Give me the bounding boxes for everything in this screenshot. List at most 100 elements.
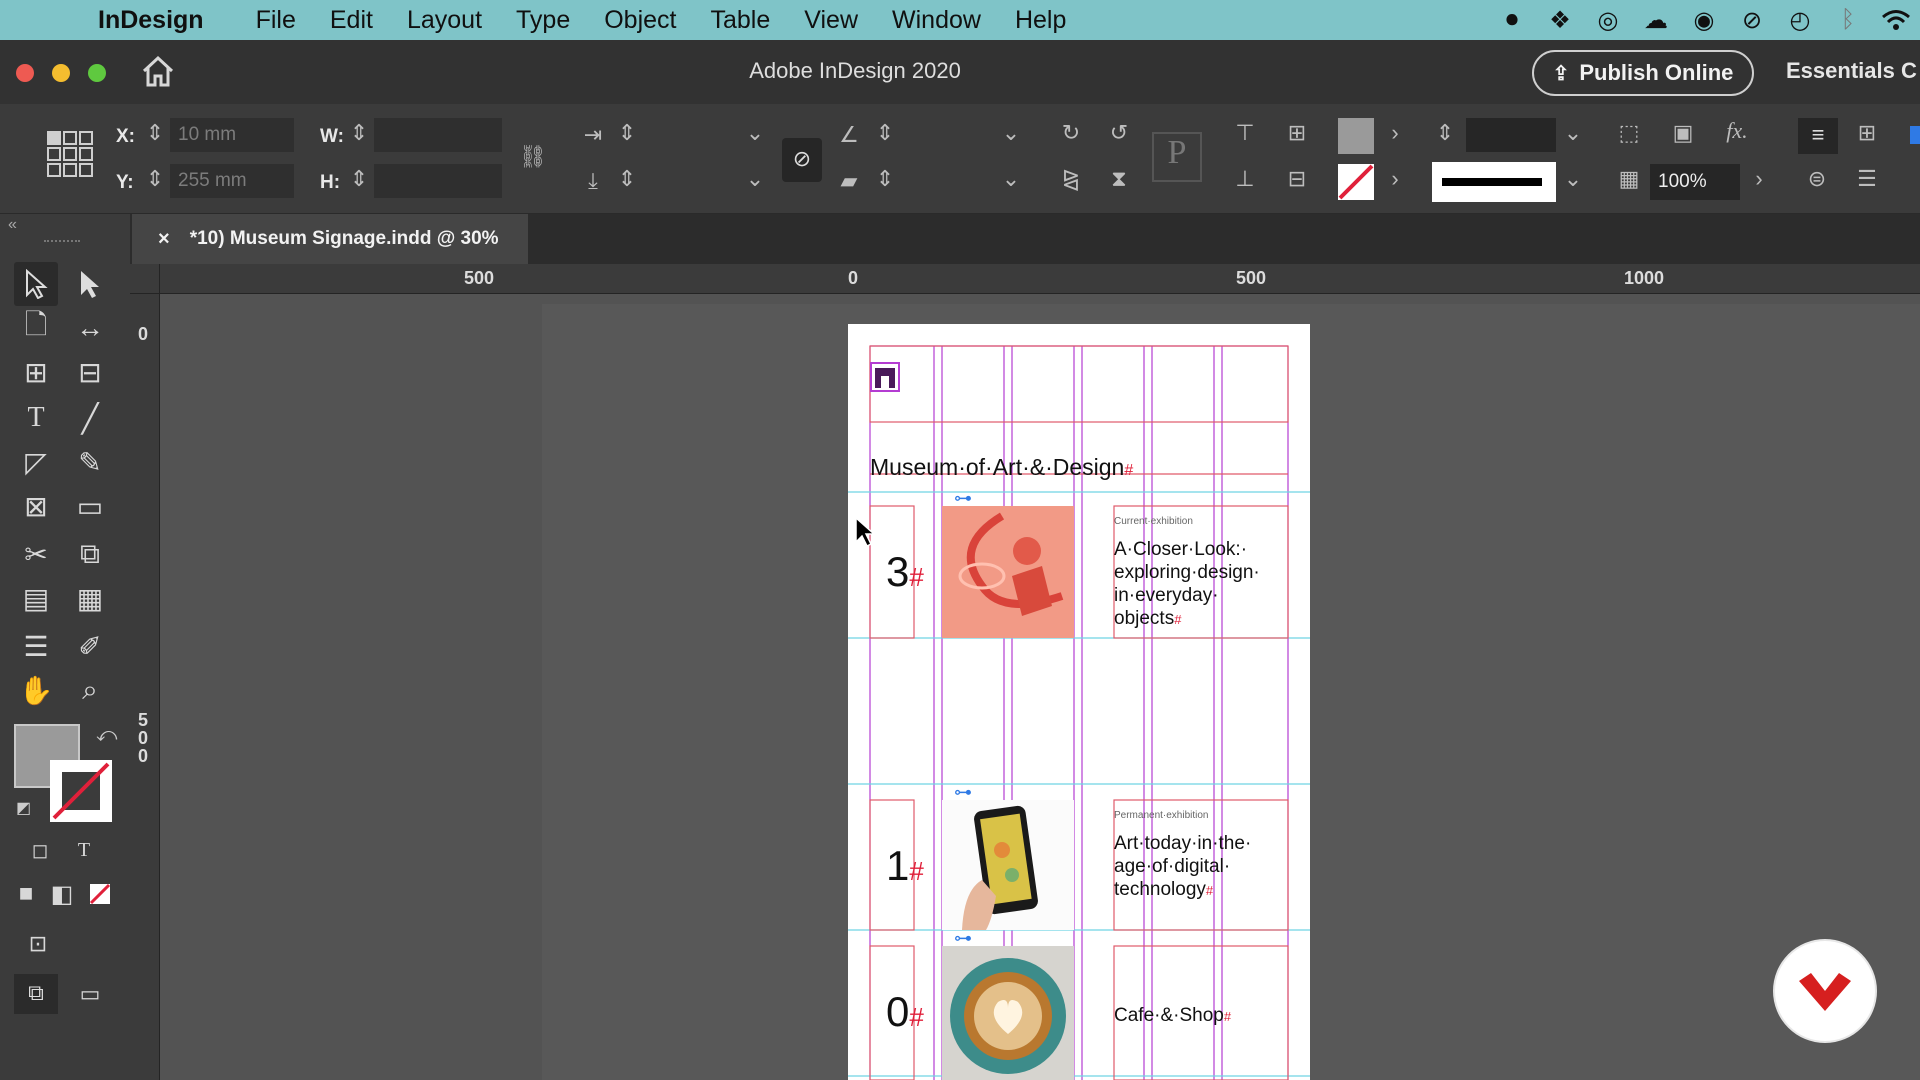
rotate-clockwise-icon[interactable]: ↻ (1056, 120, 1086, 150)
selection-tool-icon[interactable] (16, 264, 56, 304)
stroke-type-dropdown-icon[interactable]: ⌄ (1558, 166, 1588, 196)
swap-fill-stroke-icon[interactable]: ⤺ (96, 724, 117, 747)
scale-x-icon[interactable]: ⇥ (578, 122, 608, 152)
content-placer-tool-icon[interactable]: ⊟ (70, 352, 110, 392)
row-number-1[interactable]: 1# (886, 842, 924, 890)
bluetooth-icon[interactable]: ᛒ (1831, 6, 1865, 34)
scale-x-stepper-icon[interactable]: ⇕ (612, 120, 642, 150)
content-collector-tool-icon[interactable]: ⊞ (16, 352, 56, 392)
opacity-icon[interactable]: ▦ (1614, 166, 1644, 196)
tools-panel-grip[interactable] (44, 240, 80, 244)
w-input[interactable] (374, 118, 502, 152)
publish-online-button[interactable]: ⇪ Publish Online (1532, 50, 1754, 96)
gradient-feather-tool-icon[interactable]: ▦ (70, 578, 110, 618)
collapse-panel-icon[interactable]: « (8, 216, 17, 234)
constrain-proportions-icon[interactable]: ⛓ (518, 144, 548, 174)
vertical-ruler[interactable]: 0 5 0 0 (130, 294, 160, 1080)
scale-y-icon[interactable]: ⤓ (578, 168, 608, 198)
document-page[interactable]: Museum·of·Art·&·Design# 3# ⊶ Current·exh… (848, 324, 1310, 1080)
circle-slash-icon[interactable]: ⊘ (1735, 6, 1769, 34)
document-tab[interactable]: × *10) Museum Signage.indd @ 30% (132, 214, 528, 264)
y-input[interactable]: 255 mm (170, 164, 294, 198)
h-stepper-icon[interactable]: ⇕ (344, 166, 374, 196)
fill-menu-chevron-icon[interactable]: › (1380, 120, 1410, 150)
rotate-counterclockwise-icon[interactable]: ↺ (1104, 120, 1134, 150)
cafe-image-coffee[interactable] (942, 946, 1074, 1080)
opacity-field[interactable]: 100% (1650, 164, 1740, 200)
h-input[interactable] (374, 164, 502, 198)
stroke-type-field[interactable] (1432, 162, 1556, 202)
rectangle-frame-tool-icon[interactable]: ⊠ (16, 486, 56, 526)
menu-table[interactable]: Table (711, 6, 771, 35)
distribute-icon[interactable]: ⊞ (1282, 120, 1312, 150)
default-fill-stroke-icon[interactable]: ◩ (16, 798, 31, 818)
museum-logo-icon[interactable] (870, 362, 900, 392)
pencil-tool-icon[interactable]: ✎ (70, 442, 110, 482)
apply-color-icon[interactable]: ■ (6, 874, 46, 914)
sync-icon[interactable]: ◉ (1687, 6, 1721, 34)
flip-vertical-icon[interactable]: ⧗ (1104, 166, 1134, 196)
type-tool-icon[interactable]: T (16, 398, 56, 438)
rotate-dropdown-icon[interactable]: ⌄ (996, 120, 1026, 150)
menu-app-name[interactable]: InDesign (98, 6, 204, 35)
creative-cloud-icon[interactable]: ◎ (1591, 6, 1625, 34)
exhibition-image-phone[interactable] (942, 800, 1074, 930)
shear-angle-icon[interactable]: ▰ (834, 168, 864, 198)
x-input[interactable]: 10 mm (170, 118, 294, 152)
time-machine-icon[interactable]: ◴ (1783, 6, 1817, 34)
stroke-menu-chevron-icon[interactable]: › (1380, 166, 1410, 196)
stroke-weight-stepper-icon[interactable]: ⇕ (1430, 120, 1460, 150)
rotate-stepper-icon[interactable]: ⇕ (870, 120, 900, 150)
page-tool-icon[interactable]: 🗋 (16, 308, 56, 348)
menu-file[interactable]: File (256, 6, 296, 35)
apply-none-icon[interactable] (80, 874, 120, 914)
wrap-jump-object-icon[interactable]: ☰ (1852, 166, 1882, 196)
row-2-headline[interactable]: Art·today·in·the· age·of·digital· techno… (1114, 832, 1251, 902)
direct-selection-tool-icon[interactable] (70, 264, 110, 304)
free-transform-tool-icon[interactable]: ⧉ (70, 534, 110, 574)
wrap-bounding-box-icon[interactable]: ⊞ (1852, 120, 1882, 150)
gradient-swatch-tool-icon[interactable]: ▤ (16, 578, 56, 618)
horizontal-ruler[interactable]: 500 0 500 1000 (130, 264, 1920, 294)
rectangle-tool-icon[interactable]: ▭ (70, 486, 110, 526)
scissors-tool-icon[interactable]: ✂ (16, 534, 56, 574)
scale-y-stepper-icon[interactable]: ⇕ (612, 166, 642, 196)
formatting-text-icon[interactable]: T (64, 830, 104, 870)
menu-object[interactable]: Object (604, 6, 676, 35)
preview-mode-icon[interactable]: ▭ (70, 974, 110, 1014)
reference-point-icon[interactable] (46, 130, 94, 178)
distribute-bottom-icon[interactable]: ⊟ (1282, 166, 1312, 196)
wifi-icon[interactable] (1879, 6, 1913, 34)
cloud-upload-icon[interactable]: ☁ (1639, 6, 1673, 34)
close-tab-icon[interactable]: × (158, 228, 170, 251)
line-tool-icon[interactable]: ╱ (70, 398, 110, 438)
screen-mode-icon[interactable]: ⊡ (18, 924, 58, 964)
opacity-chevron-icon[interactable]: › (1744, 166, 1774, 196)
menu-edit[interactable]: Edit (330, 6, 373, 35)
row-3-headline[interactable]: Cafe·&·Shop# (1114, 1004, 1231, 1028)
menu-type[interactable]: Type (516, 6, 570, 35)
flip-horizontal-icon[interactable]: ⧎ (1056, 166, 1086, 196)
stroke-weight-dropdown-icon[interactable]: ⌄ (1558, 120, 1588, 150)
menu-view[interactable]: View (804, 6, 858, 35)
align-top-icon[interactable]: ⊤ (1230, 120, 1260, 150)
hand-tool-icon[interactable]: ✋ (16, 670, 56, 710)
stroke-weight-field[interactable] (1466, 118, 1556, 152)
note-tool-icon[interactable]: ☰ (16, 626, 56, 666)
x-stepper-icon[interactable]: ⇕ (140, 120, 170, 150)
museum-title[interactable]: Museum·of·Art·&·Design# (870, 454, 1133, 481)
menu-help[interactable]: Help (1015, 6, 1066, 35)
w-stepper-icon[interactable]: ⇕ (344, 120, 374, 150)
frame-fitting-icon[interactable]: ⬚ (1614, 120, 1644, 150)
scale-y-dropdown-icon[interactable]: ⌄ (740, 166, 770, 196)
align-center-icon[interactable]: ⊥ (1230, 166, 1260, 196)
apply-gradient-icon[interactable]: ◧ (42, 874, 82, 914)
shear-stepper-icon[interactable]: ⇕ (870, 166, 900, 196)
rotate-angle-icon[interactable]: ∠ (834, 122, 864, 152)
pen-tool-icon[interactable]: ◸ (16, 442, 56, 482)
link-scale-button[interactable]: ⊘ (782, 138, 822, 182)
record-icon[interactable]: ⏺ (1495, 6, 1529, 34)
menu-window[interactable]: Window (892, 6, 981, 35)
wrap-object-shape-icon[interactable]: ⊜ (1802, 166, 1832, 196)
scale-x-dropdown-icon[interactable]: ⌄ (740, 120, 770, 150)
